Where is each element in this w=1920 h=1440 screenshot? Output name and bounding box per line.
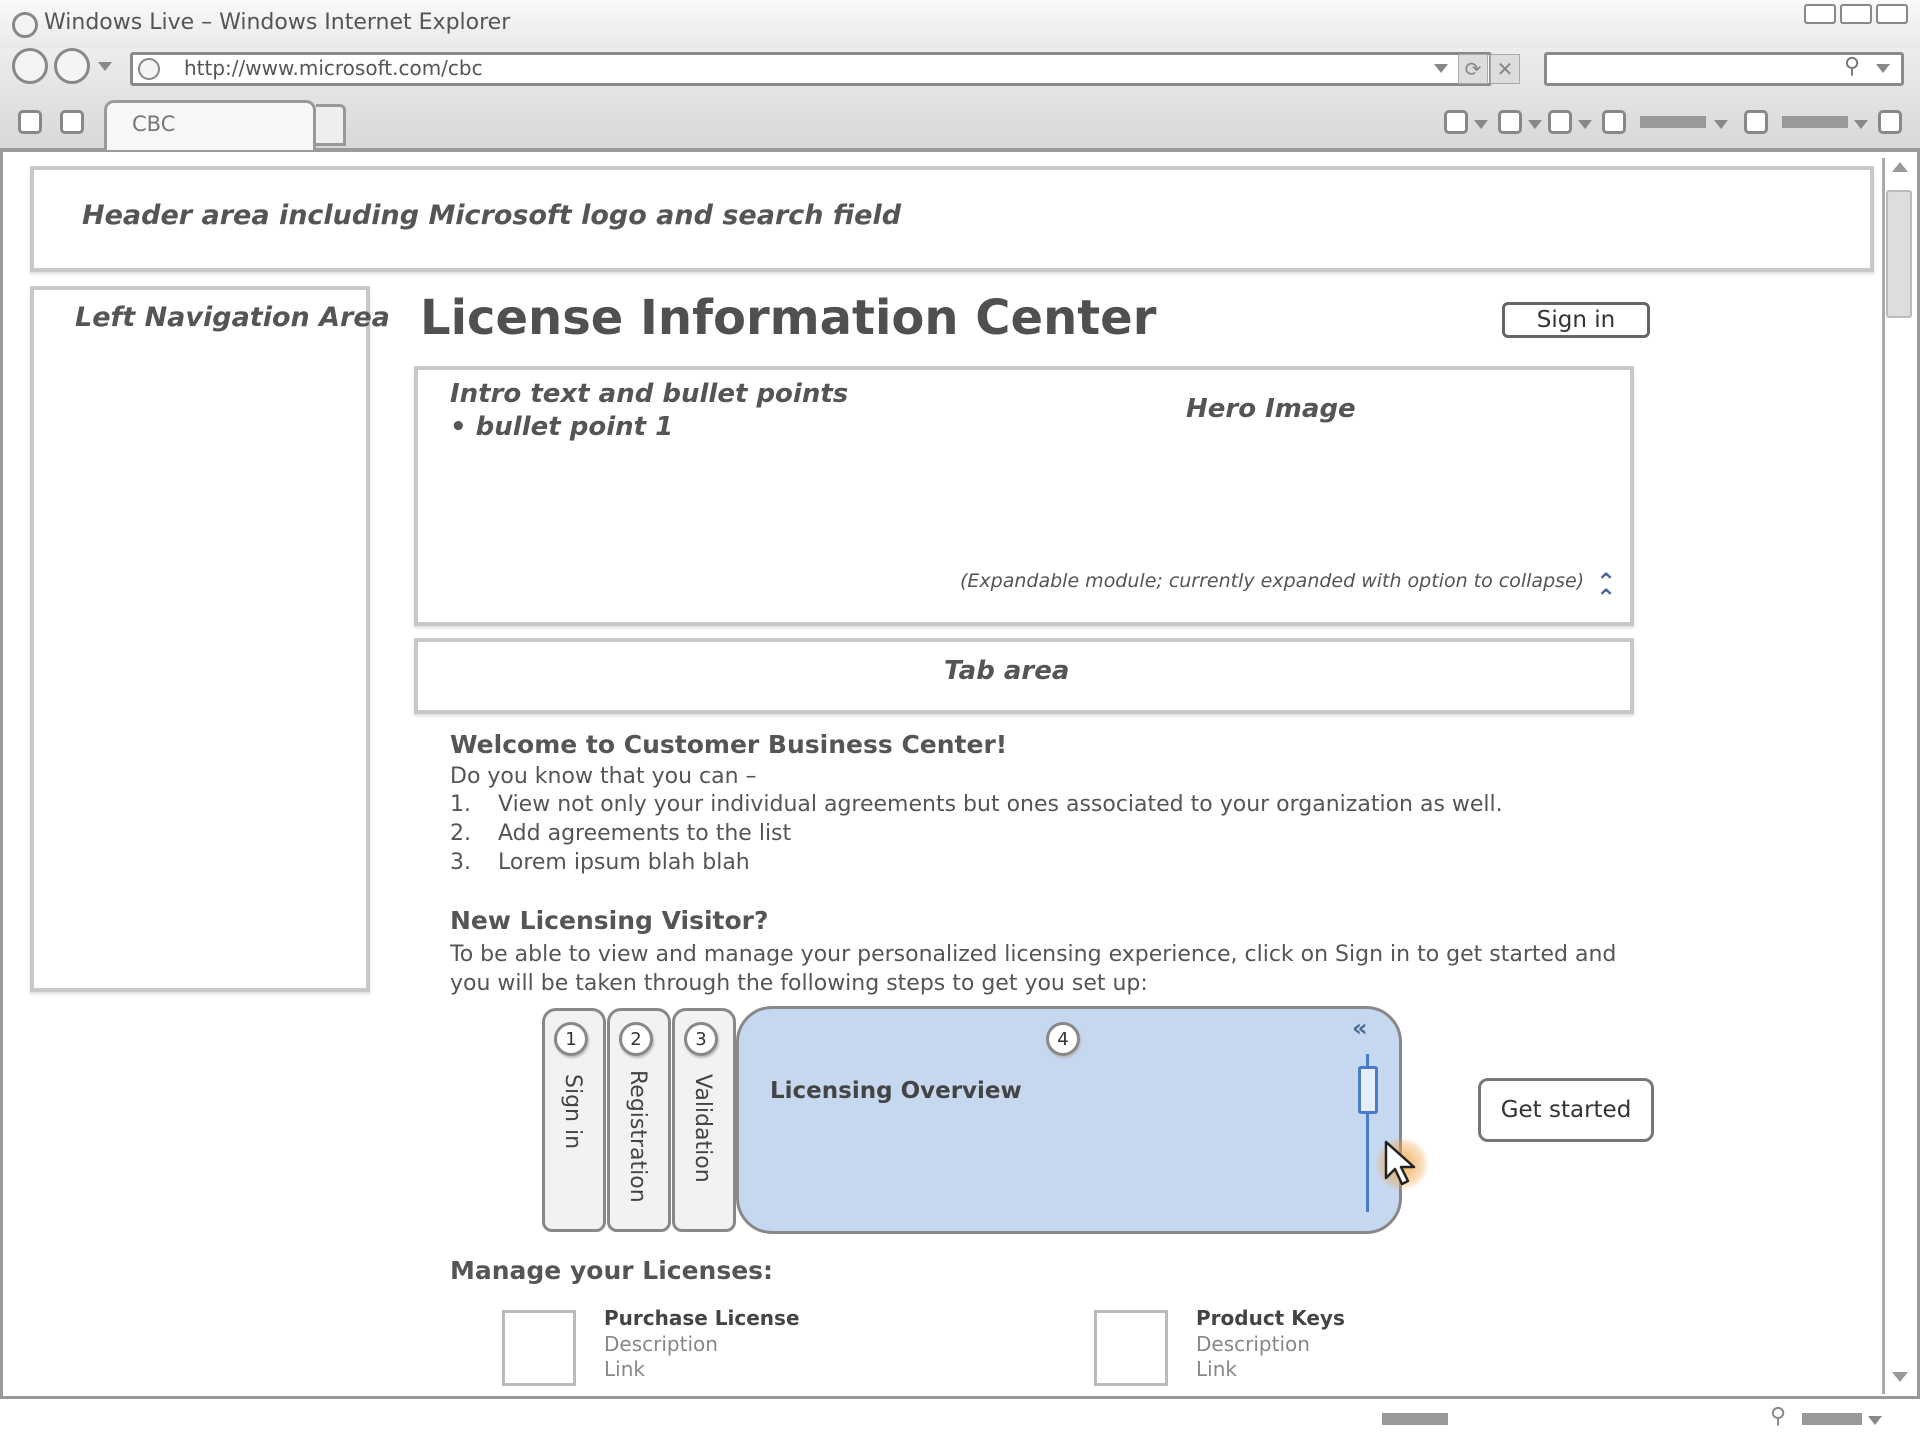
step-label: Validation [690,1074,715,1183]
expand-annotation: (Expandable module; currently expanded w… [960,570,1585,592]
help-icon[interactable] [1878,110,1902,134]
card-description: Description [604,1332,718,1356]
maximize-button[interactable] [1840,4,1872,24]
favorites-icon[interactable] [18,110,42,134]
welcome-intro: Do you know that you can – [450,764,757,789]
list-item: View not only your individual agreements… [498,792,1503,817]
slider-handle[interactable] [1358,1066,1378,1114]
list-item: Lorem ipsum blah blah [498,850,750,875]
tab-label: CBC [132,112,176,136]
vertical-scrollbar[interactable] [1882,158,1916,1394]
list-item-number: 3. [450,850,471,875]
intro-line: Intro text and bullet points [450,379,849,409]
card-title: Purchase License [604,1306,800,1330]
print-icon[interactable] [1548,110,1572,134]
step-label: Sign in [560,1074,585,1150]
header-annotation: Header area including Microsoft logo and… [82,200,902,231]
tab-area-annotation: Tab area [944,656,1070,686]
list-item: Add agreements to the list [498,821,792,846]
step-number: 2 [619,1022,653,1056]
home-dropdown-icon[interactable] [1474,120,1488,129]
card-title: Product Keys [1196,1306,1345,1330]
address-url[interactable]: http://www.microsoft.com/cbc [184,56,483,80]
stop-icon[interactable]: ✕ [1490,54,1520,84]
home-icon[interactable] [1444,110,1468,134]
list-item-number: 1. [450,792,471,817]
search-dropdown-icon[interactable] [1876,64,1890,73]
intro-annotation: Intro text and bullet points • bullet po… [450,378,848,444]
step-number: 1 [554,1022,588,1056]
refresh-icon[interactable]: ⟳ [1458,54,1488,84]
zoom-dropdown-icon[interactable] [1868,1416,1882,1425]
product-keys-image [1094,1310,1168,1386]
tools-dropdown-icon[interactable] [1854,120,1868,129]
sign-in-button[interactable]: Sign in [1502,302,1650,338]
hero-image-annotation: Hero Image [1186,394,1356,424]
step-number: 3 [684,1022,718,1056]
page-menu-icon[interactable] [1602,110,1626,134]
status-indicator [1382,1413,1448,1425]
tools-menu-label[interactable] [1782,116,1848,128]
intro-bullet: • bullet point 1 [450,412,674,442]
double-chevron-left-icon[interactable]: « [1352,1014,1368,1042]
left-nav-annotation: Left Navigation Area [75,302,390,333]
visitor-heading: New Licensing Visitor? [450,906,769,935]
card-description: Description [1196,1332,1310,1356]
welcome-heading: Welcome to Customer Business Center! [450,730,1008,759]
close-window-button[interactable] [1876,4,1908,24]
zoom-icon[interactable]: ⚲ [1770,1404,1786,1429]
purchase-license-image [502,1310,576,1386]
scroll-up-icon[interactable] [1892,162,1908,172]
add-favorite-icon[interactable] [60,110,84,134]
double-chevron-up-icon[interactable]: ⌃ ⌃ [1596,570,1616,610]
page-title: License Information Center [420,290,1157,346]
window-title: Windows Live – Windows Internet Explorer [44,10,511,35]
page-icon [138,58,160,80]
visitor-text: To be able to view and manage your perso… [450,942,1617,996]
print-dropdown-icon[interactable] [1578,120,1592,129]
status-bar [0,1396,1920,1440]
page-menu-dropdown-icon[interactable] [1714,120,1728,129]
search-icon[interactable]: ⚲ [1844,54,1860,79]
new-tab-button[interactable] [316,104,346,146]
address-dropdown-icon[interactable] [1434,64,1448,73]
minimize-button[interactable] [1804,4,1836,24]
card-link[interactable]: Link [604,1357,645,1381]
step-label: Licensing Overview [770,1078,1022,1104]
mouse-cursor-icon [1384,1140,1416,1186]
ie-app-icon [12,12,38,38]
scroll-down-icon[interactable] [1892,1372,1908,1382]
manage-heading: Manage your Licenses: [450,1256,774,1285]
back-icon[interactable] [12,48,48,84]
forward-icon[interactable] [54,48,90,84]
zoom-level[interactable] [1802,1413,1862,1425]
step-label: Registration [625,1070,650,1203]
history-dropdown-icon[interactable] [98,62,112,71]
tools-icon[interactable] [1744,110,1768,134]
get-started-button[interactable]: Get started [1478,1078,1654,1142]
left-navigation-area [30,286,370,992]
step-number: 4 [1046,1022,1080,1056]
card-link[interactable]: Link [1196,1357,1237,1381]
page-menu-label[interactable] [1640,116,1706,128]
feeds-icon[interactable] [1498,110,1522,134]
list-item-number: 2. [450,821,471,846]
feeds-dropdown-icon[interactable] [1528,120,1542,129]
scrollbar-thumb[interactable] [1886,190,1912,318]
